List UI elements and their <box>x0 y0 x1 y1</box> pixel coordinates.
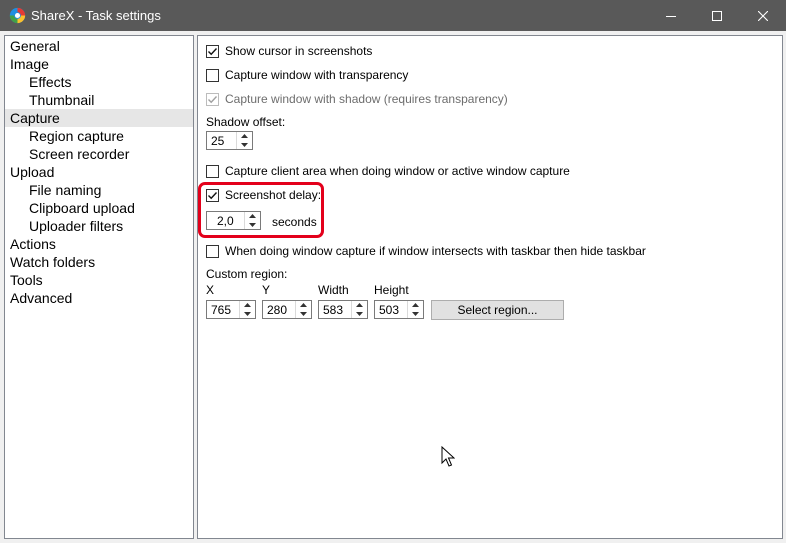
region-height-value: 503 <box>379 303 400 317</box>
spin-up-icon[interactable] <box>352 301 367 309</box>
shadow-offset-value: 25 <box>211 134 225 148</box>
nav-item-clipboard-upload[interactable]: Clipboard upload <box>29 199 135 217</box>
region-height-label: Height <box>374 283 409 297</box>
nav-item-watch-folders[interactable]: Watch folders <box>10 253 95 271</box>
transparency-checkbox[interactable]: Capture window with transparency <box>206 67 408 83</box>
hide-taskbar-checkbox[interactable]: When doing window capture if window inte… <box>206 243 646 259</box>
spin-up-icon[interactable] <box>240 301 255 309</box>
select-region-button[interactable]: Select region... <box>431 300 564 320</box>
nav-item-uploader-filters[interactable]: Uploader filters <box>29 217 123 235</box>
nav-item-screen-recorder[interactable]: Screen recorder <box>29 145 129 163</box>
checkbox-box[interactable] <box>206 244 219 258</box>
checkbox-box[interactable] <box>206 68 219 82</box>
nav-item-image[interactable]: Image <box>10 55 49 73</box>
nav-item-tools[interactable]: Tools <box>10 271 43 289</box>
transparency-label: Capture window with transparency <box>225 68 409 82</box>
nav-item-upload[interactable]: Upload <box>10 163 54 181</box>
highlight-annotation <box>198 182 324 238</box>
region-x-stepper[interactable]: 765 <box>206 300 256 319</box>
spin-buttons[interactable] <box>351 301 367 318</box>
nav-item-region-capture[interactable]: Region capture <box>29 127 124 145</box>
checkbox-box[interactable] <box>206 44 219 58</box>
nav-item-effects[interactable]: Effects <box>29 73 72 91</box>
shadow-offset-label: Shadow offset: <box>206 115 286 129</box>
region-y-stepper[interactable]: 280 <box>262 300 312 319</box>
region-height-stepper[interactable]: 503 <box>374 300 424 319</box>
region-x-label: X <box>206 283 215 297</box>
region-x-value: 765 <box>211 303 232 317</box>
checkbox-box[interactable] <box>206 164 219 178</box>
nav-item-actions[interactable]: Actions <box>10 235 56 253</box>
shadow-label: Capture window with shadow (requires tra… <box>225 92 508 106</box>
spin-down-icon[interactable] <box>240 310 255 318</box>
region-width-label: Width <box>318 283 349 297</box>
client-area-checkbox[interactable]: Capture client area when doing window or… <box>206 163 570 179</box>
nav-item-capture[interactable]: Capture <box>5 109 193 127</box>
nav-item-general[interactable]: General <box>10 37 60 55</box>
region-y-value: 280 <box>267 303 288 317</box>
minimize-icon <box>666 15 676 17</box>
minimize-button[interactable] <box>648 0 694 31</box>
sharex-logo-icon <box>9 7 26 24</box>
mouse-cursor-icon <box>441 446 455 467</box>
client-area-label: Capture client area when doing window or… <box>225 164 570 178</box>
spin-down-icon[interactable] <box>237 141 252 149</box>
custom-region-label: Custom region: <box>206 267 288 281</box>
show-cursor-checkbox[interactable]: Show cursor in screenshots <box>206 43 372 59</box>
checkmark-icon <box>208 47 218 55</box>
maximize-button[interactable] <box>694 0 740 31</box>
shadow-offset-stepper[interactable]: 25 <box>206 131 253 150</box>
spin-up-icon[interactable] <box>296 301 311 309</box>
close-button[interactable] <box>740 0 786 31</box>
hide-taskbar-label: When doing window capture if window inte… <box>225 244 646 258</box>
spin-buttons[interactable] <box>239 301 255 318</box>
spin-buttons[interactable] <box>295 301 311 318</box>
spin-buttons[interactable] <box>407 301 423 318</box>
checkbox-box <box>206 92 219 106</box>
region-width-stepper[interactable]: 583 <box>318 300 368 319</box>
capture-settings-panel <box>197 35 783 539</box>
spin-buttons[interactable] <box>236 132 252 149</box>
settings-nav-tree[interactable]: General Image Effects Thumbnail Capture … <box>4 35 194 539</box>
spin-down-icon[interactable] <box>352 310 367 318</box>
spin-up-icon[interactable] <box>237 132 252 140</box>
spin-down-icon[interactable] <box>296 310 311 318</box>
spin-up-icon[interactable] <box>408 301 423 309</box>
nav-item-file-naming[interactable]: File naming <box>29 181 101 199</box>
window-title: ShareX - Task settings <box>31 8 161 23</box>
show-cursor-label: Show cursor in screenshots <box>225 44 373 58</box>
maximize-icon <box>712 10 722 21</box>
region-width-value: 583 <box>323 303 344 317</box>
spin-down-icon[interactable] <box>408 310 423 318</box>
nav-item-thumbnail[interactable]: Thumbnail <box>29 91 94 109</box>
title-bar[interactable]: ShareX - Task settings <box>0 0 786 31</box>
region-y-label: Y <box>262 283 271 297</box>
nav-item-advanced[interactable]: Advanced <box>10 289 72 307</box>
checkmark-icon <box>208 95 218 103</box>
shadow-checkbox: Capture window with shadow (requires tra… <box>206 91 508 107</box>
close-icon <box>758 10 768 21</box>
